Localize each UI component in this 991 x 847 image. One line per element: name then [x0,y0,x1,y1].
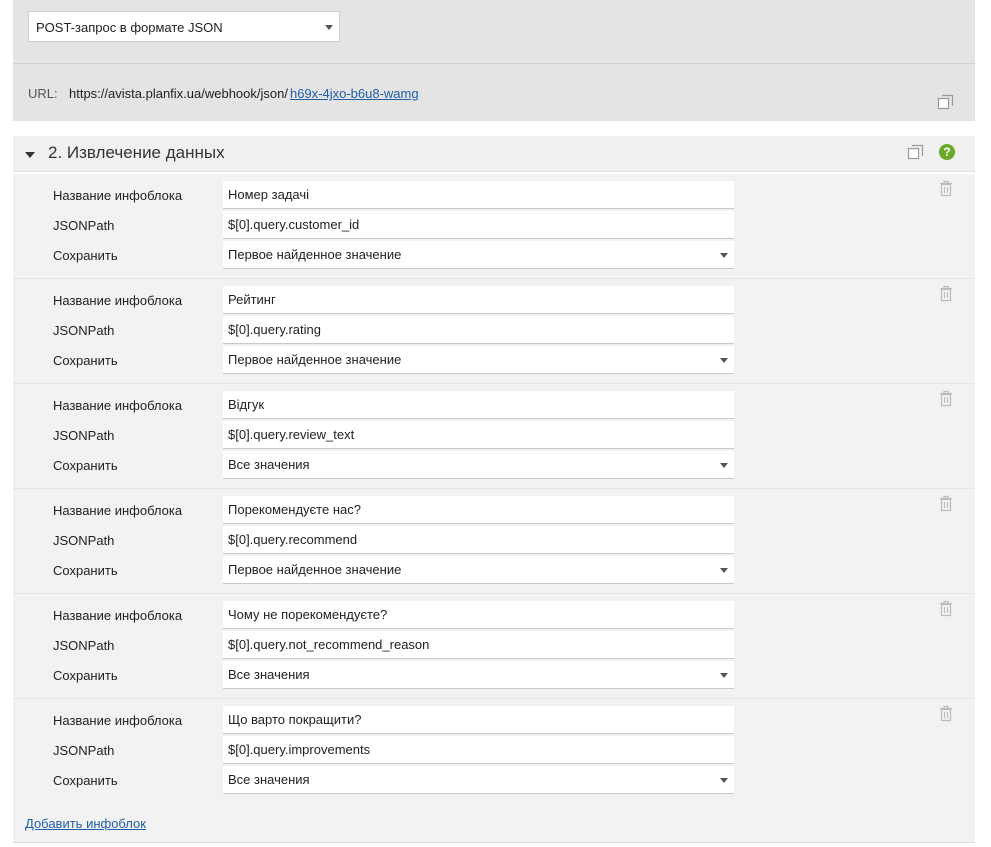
infoblock: Название инфоблока Рейтинг JSONPath $[0].qu… [13,279,975,384]
save-mode-select[interactable]: Первое найденное значение [223,241,734,269]
chevron-down-icon [720,357,728,363]
save-mode-value: Первое найденное значение [228,562,402,577]
chevron-down-icon [720,672,728,678]
jsonpath-input[interactable]: $[0].query.improvements [223,736,734,764]
infoblock-name-input[interactable]: Номер задачі [223,181,734,209]
infoblock-name-label: Название инфоблока [53,713,183,728]
save-mode-value: Все значения [228,667,310,682]
infoblock: Название инфоблока Номер задачі JSONPath $[… [13,174,975,279]
jsonpath-label: JSONPath [53,428,115,443]
jsonpath-input[interactable]: $[0].query.customer_id [223,211,734,239]
jsonpath-value: $[0].query.customer_id [228,217,360,232]
save-mode-label: Сохранить [53,773,118,788]
infoblock: Название инфоблока Чому не порекомендуєте… [13,594,975,699]
copy-icon[interactable] [937,94,954,111]
save-mode-select[interactable]: Первое найденное значение [223,556,734,584]
chevron-down-icon [720,777,728,783]
save-mode-label: Сохранить [53,458,118,473]
infoblock: Название инфоблока Відгук JSONPath $[0].que… [13,384,975,489]
trash-icon[interactable] [938,285,954,302]
collapse-toggle-icon[interactable] [25,152,35,158]
trash-icon[interactable] [938,180,954,197]
infoblock-name-value: Номер задачі [228,187,310,202]
url-value: https://avista.planfix.ua/webhook/json/h… [69,86,419,101]
chevron-down-icon [720,567,728,573]
jsonpath-label: JSONPath [53,638,115,653]
url-panel: URL: https://avista.planfix.ua/webhook/j… [13,63,975,121]
infoblock-name-input[interactable]: Рейтинг [223,286,734,314]
trash-icon[interactable] [938,495,954,512]
jsonpath-label: JSONPath [53,743,115,758]
trash-icon[interactable] [938,705,954,722]
section-header: 2. Извлечение данных ? [13,136,975,172]
save-mode-select[interactable]: Все значения [223,451,734,479]
jsonpath-value: $[0].query.rating [228,322,321,337]
infoblock-name-input[interactable]: Чому не порекомендуєте? [223,601,734,629]
save-mode-value: Первое найденное значение [228,247,402,262]
help-icon[interactable]: ? [939,144,955,160]
jsonpath-label: JSONPath [53,323,115,338]
infoblock: Название инфоблока Порекомендуєте нас? JSO… [13,489,975,594]
section-footer: Добавить инфоблок [13,803,975,843]
save-mode-select[interactable]: Все значения [223,766,734,794]
chevron-down-icon [720,252,728,258]
infoblock-name-input[interactable]: Що варто покращити? [223,706,734,734]
infoblock-name-label: Название инфоблока [53,503,183,518]
chevron-down-icon [325,24,333,30]
request-type-panel: POST-запрос в формате JSON [13,0,975,63]
infoblock-name-value: Порекомендуєте нас? [228,502,361,517]
save-mode-label: Сохранить [53,563,118,578]
jsonpath-value: $[0].query.recommend [228,532,358,547]
infoblock-name-label: Название инфоблока [53,608,183,623]
jsonpath-input[interactable]: $[0].query.recommend [223,526,734,554]
copy-section-icon[interactable] [907,144,924,161]
chevron-down-icon [720,462,728,468]
save-mode-select[interactable]: Все значения [223,661,734,689]
add-infoblock-link[interactable]: Добавить инфоблок [25,816,146,831]
jsonpath-input[interactable]: $[0].query.not_recommend_reason [223,631,734,659]
trash-icon[interactable] [938,600,954,617]
section-title: 2. Извлечение данных [48,143,225,162]
save-mode-label: Сохранить [53,248,118,263]
jsonpath-value: $[0].query.review_text [228,427,355,442]
infoblock: Название инфоблока Що варто покращити? JSO… [13,699,975,804]
trash-icon[interactable] [938,390,954,407]
save-mode-label: Сохранить [53,353,118,368]
request-method-value: POST-запрос в формате JSON [36,20,223,35]
infoblock-name-value: Відгук [228,397,265,412]
jsonpath-input[interactable]: $[0].query.review_text [223,421,734,449]
url-label: URL: [28,86,58,101]
jsonpath-label: JSONPath [53,533,115,548]
jsonpath-label: JSONPath [53,218,115,233]
infoblock-name-label: Название инфоблока [53,398,183,413]
save-mode-label: Сохранить [53,668,118,683]
save-mode-value: Все значения [228,457,310,472]
jsonpath-value: $[0].query.improvements [228,742,371,757]
jsonpath-input[interactable]: $[0].query.rating [223,316,734,344]
infoblock-name-value: Рейтинг [228,292,276,307]
save-mode-value: Все значения [228,772,310,787]
jsonpath-value: $[0].query.not_recommend_reason [228,637,430,652]
infoblock-name-label: Название инфоблока [53,293,183,308]
url-token-link[interactable]: h69x-4jxo-b6u8-wamg [290,86,419,101]
infoblock-name-input[interactable]: Відгук [223,391,734,419]
url-base: https://avista.planfix.ua/webhook/json/ [69,86,288,101]
infoblock-name-value: Що варто покращити? [228,712,362,727]
infoblock-name-label: Название инфоблока [53,188,183,203]
save-mode-value: Первое найденное значение [228,352,402,367]
infoblock-name-input[interactable]: Порекомендуєте нас? [223,496,734,524]
request-method-select[interactable]: POST-запрос в формате JSON [28,11,340,42]
infoblock-name-value: Чому не порекомендуєте? [228,607,388,622]
save-mode-select[interactable]: Первое найденное значение [223,346,734,374]
